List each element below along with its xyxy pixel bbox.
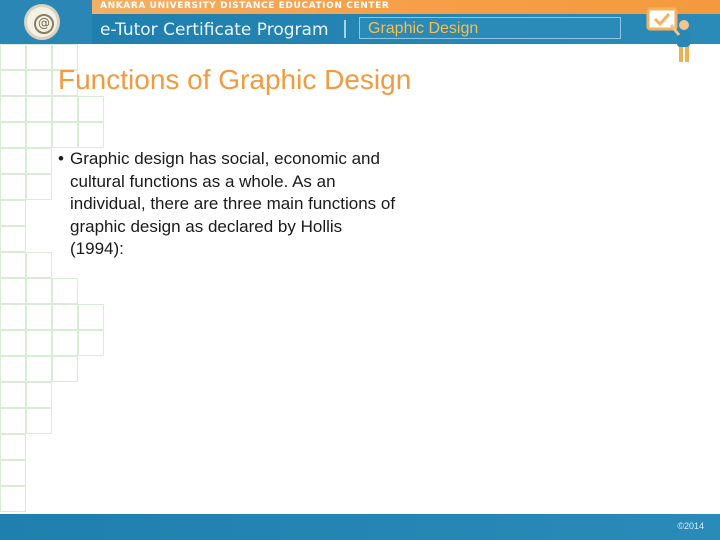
header-bar: @ ANKARA UNIVERSITY DISTANCE EDUCATION C…: [0, 0, 720, 62]
footer-bar: ©2014: [0, 514, 720, 540]
bullet-list: • Graphic design has social, economic an…: [58, 148, 398, 261]
teacher-board-icon: [646, 7, 690, 62]
bullet-text: Graphic design has social, economic and …: [70, 149, 396, 259]
course-title: Graphic Design: [368, 20, 479, 37]
copyright: ©2014: [677, 521, 704, 531]
bullet-dot-icon: •: [58, 149, 64, 168]
program-title: e-Tutor Certificate Program: [100, 20, 329, 40]
slide-title: Functions of Graphic Design: [58, 64, 412, 95]
header-divider: [344, 20, 346, 38]
logo-area: @: [0, 0, 92, 44]
university-seal-icon: @: [24, 4, 60, 40]
decorative-grid: [0, 44, 104, 514]
course-box: Graphic Design: [359, 17, 621, 39]
university-name: ANKARA UNIVERSITY DISTANCE EDUCATION CEN…: [100, 1, 390, 11]
bullet-item: • Graphic design has social, economic an…: [58, 148, 398, 261]
